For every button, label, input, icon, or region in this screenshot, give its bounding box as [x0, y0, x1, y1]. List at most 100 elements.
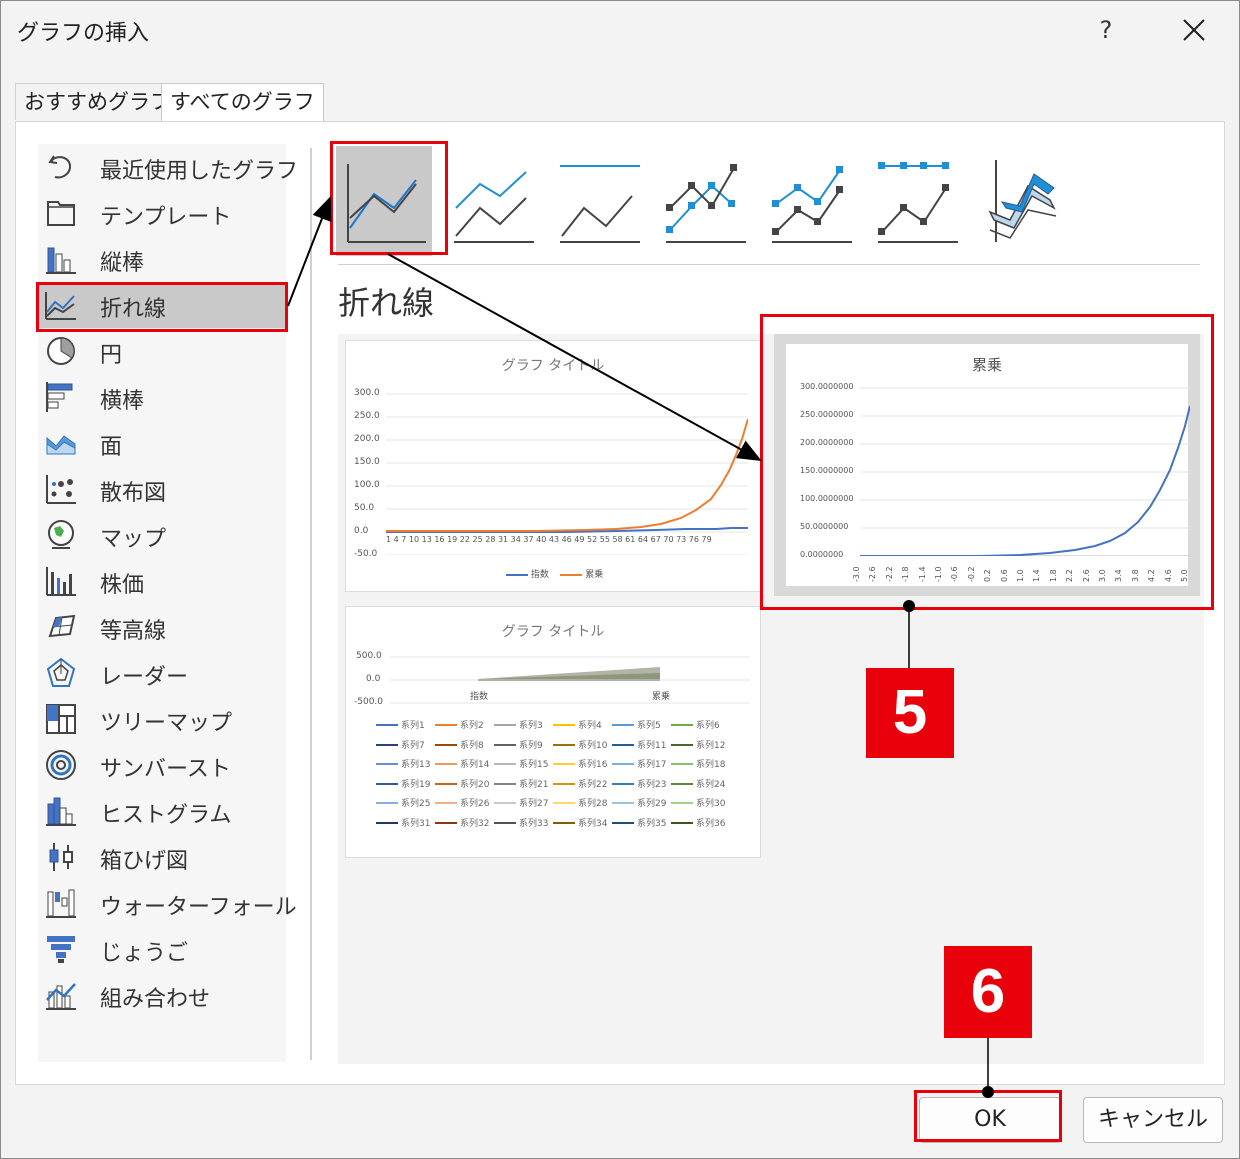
subtype-100-stacked-line[interactable]	[548, 146, 644, 256]
chart-type-box-whisker[interactable]: 箱ひげ図	[38, 834, 286, 880]
chart-type-label: 円	[100, 343, 123, 368]
legend-item: 系列26	[435, 795, 495, 811]
close-button[interactable]	[1173, 11, 1215, 49]
legend-item: 系列13	[376, 756, 436, 772]
y-tick-label: 50.0	[354, 503, 375, 513]
chart-type-template[interactable]: テンプレート	[38, 190, 286, 236]
legend-item: 系列25	[376, 795, 436, 811]
chart-type-recent[interactable]: 最近使用したグラフ	[38, 144, 298, 190]
legend-label: 系列34	[578, 818, 608, 829]
legend-swatch	[435, 802, 457, 804]
subtype-stacked-line[interactable]	[442, 146, 538, 256]
legend-label: 系列29	[637, 799, 667, 809]
legend-swatch	[671, 763, 693, 765]
chart-type-label: 縦棒	[100, 251, 145, 276]
legend-swatch	[435, 763, 457, 765]
legend-item: 系列31	[376, 815, 436, 831]
chart-type-waterfall[interactable]: ウォーターフォール	[38, 880, 297, 926]
legend-swatch	[376, 802, 398, 804]
sunburst-chart-icon	[46, 750, 76, 780]
chart-type-area[interactable]: 面	[38, 420, 286, 466]
chart-type-label: テンプレート	[100, 205, 232, 230]
chart-type-label: 面	[100, 435, 123, 460]
subtype-line-markers[interactable]	[654, 146, 750, 256]
legend-swatch	[376, 763, 398, 765]
chart-type-label: 等高線	[100, 619, 167, 644]
y-tick-label: 0.0	[354, 526, 369, 536]
legend-item: 系列1	[376, 717, 436, 733]
legend-swatch	[435, 821, 457, 824]
legend-label: 系列15	[519, 760, 549, 770]
folder-icon	[47, 201, 75, 226]
legend-label: 系列33	[519, 818, 549, 829]
legend-swatch	[553, 802, 575, 804]
chart-type-combo[interactable]: 組み合わせ	[38, 972, 286, 1018]
chart-type-bar[interactable]: 横棒	[38, 374, 286, 420]
subtype-100-stacked-line-markers[interactable]	[866, 146, 962, 256]
surface-chart-icon	[48, 614, 76, 638]
legend-swatch	[494, 782, 516, 785]
legend-swatch	[494, 821, 516, 824]
legend-swatch	[612, 724, 634, 726]
chart-type-map[interactable]: マップ	[38, 512, 286, 558]
legend-swatch	[435, 743, 457, 746]
tab-all-charts[interactable]: すべてのグラフ	[161, 83, 324, 122]
chart-type-funnel[interactable]: じょうご	[38, 926, 286, 972]
chart-type-treemap[interactable]: ツリーマップ	[38, 696, 286, 742]
chart-type-label: レーダー	[100, 665, 189, 690]
legend-item: 系列3	[494, 717, 554, 733]
chart-type-label: ウォーターフォール	[100, 895, 297, 920]
legend-item: 系列5	[612, 717, 672, 733]
scatter-chart-icon	[46, 475, 76, 504]
legend-label: 系列36	[696, 818, 726, 829]
legend-item: 系列6	[671, 717, 731, 733]
chart-type-radar[interactable]: レーダー	[38, 650, 286, 696]
legend-label: 系列31	[401, 818, 431, 829]
chart-type-label: マップ	[100, 527, 167, 552]
subtype-3d-line[interactable]	[972, 146, 1068, 256]
chart-type-label: サンバースト	[100, 757, 231, 782]
legend-label: 系列11	[637, 740, 667, 751]
y-tick-label: 200.0	[354, 434, 380, 444]
legend-label: 系列25	[401, 799, 431, 809]
legend-item: 系列14	[435, 756, 495, 772]
y-tick-label: 250.0	[354, 411, 380, 421]
legend-swatch	[553, 821, 575, 824]
legend-swatch	[612, 782, 634, 785]
legend-swatch	[553, 782, 575, 785]
legend-label: 系列18	[696, 760, 726, 770]
chart-type-sunburst[interactable]: サンバースト	[38, 742, 286, 788]
chart-type-column[interactable]: 縦棒	[38, 236, 286, 282]
chart-type-surface[interactable]: 等高線	[38, 604, 286, 650]
chart-type-label: 最近使用したグラフ	[100, 159, 299, 184]
cancel-button[interactable]: キャンセル	[1083, 1097, 1223, 1143]
chart-type-label: 株価	[100, 573, 145, 598]
line-markers-subtype-icon	[666, 164, 746, 243]
dialog-title: グラフの挿入	[17, 21, 150, 46]
column-chart-icon	[46, 247, 76, 274]
panel-divider	[310, 148, 312, 1060]
legend-label: 系列16	[578, 760, 608, 770]
preview-chart-3[interactable]: グラフ タイトル 500.0 0.0 -500.0 指数 累乗 系列1 系列2 系列…	[345, 606, 761, 858]
chart-type-histogram[interactable]: ヒストグラム	[38, 788, 286, 834]
legend-item: 系列32	[435, 815, 495, 831]
stacked-line-subtype-icon	[454, 171, 534, 243]
3d-line-subtype-icon	[988, 160, 1057, 242]
legend-swatch	[376, 821, 398, 824]
help-button[interactable]: ?	[1089, 11, 1123, 49]
legend-swatch	[553, 743, 575, 746]
chart-type-label: じょうご	[100, 941, 189, 966]
legend-swatch	[671, 821, 693, 824]
chart-type-stock[interactable]: 株価	[38, 558, 286, 604]
y-tick-label: 100.0	[354, 480, 380, 490]
legend-item: 系列9	[494, 737, 554, 753]
legend-label: 指数	[530, 570, 549, 580]
legend-swatch	[376, 782, 398, 785]
legend-label: 系列4	[578, 721, 602, 731]
chart-type-scatter[interactable]: 散布図	[38, 466, 286, 512]
chart-type-pie[interactable]: 円	[38, 328, 286, 374]
subtype-stacked-line-markers[interactable]	[760, 146, 856, 256]
tab-recommended[interactable]: おすすめグラフ	[15, 83, 180, 120]
preview-chart-1[interactable]: グラフ タイトル 300.0 250.0 200.0 150.0 100.0 50.0 0.…	[345, 340, 761, 592]
legend-item: 系列17	[612, 756, 672, 772]
